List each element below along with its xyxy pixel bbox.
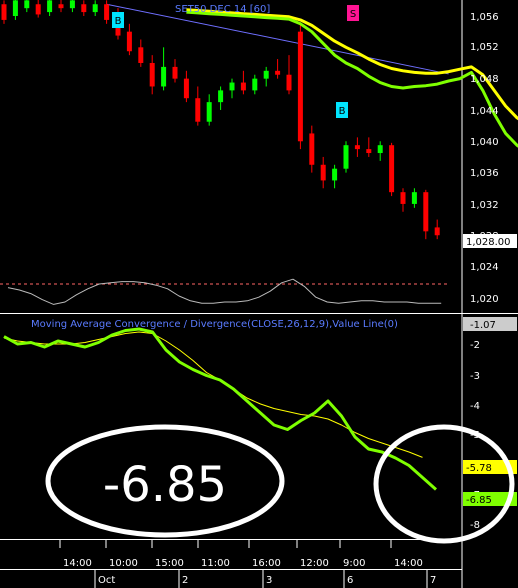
candle-body bbox=[354, 145, 360, 150]
trading-chart-window: B B S SET50 DEC 14 [60] 1,056 1,052 1,048 … bbox=[0, 0, 518, 588]
candle-body bbox=[366, 149, 372, 154]
candle-body bbox=[35, 4, 41, 15]
oscillator-value: -1.07 bbox=[470, 320, 496, 331]
buy-marker-label: B bbox=[339, 106, 346, 117]
candle-body bbox=[423, 192, 429, 232]
time-label: 16:00 bbox=[252, 558, 281, 569]
time-label: 10:00 bbox=[109, 558, 138, 569]
date-label: Oct bbox=[98, 575, 115, 586]
price-tick-label: 1,040 bbox=[470, 137, 499, 148]
candle-body bbox=[400, 192, 406, 204]
macd-value: -6.85 bbox=[466, 495, 492, 506]
macd-tick-label: -8 bbox=[470, 520, 480, 531]
candle-body bbox=[138, 47, 144, 63]
candle-body bbox=[229, 82, 235, 91]
sell-marker-label: S bbox=[350, 9, 356, 20]
macd-tick-label: -4 bbox=[470, 401, 480, 412]
price-tick-label: 1,032 bbox=[470, 200, 499, 211]
candle-body bbox=[252, 78, 258, 91]
date-label: 6 bbox=[347, 575, 353, 586]
candle-body bbox=[126, 31, 132, 52]
candle-body bbox=[69, 0, 75, 9]
candle-body bbox=[240, 82, 246, 91]
candle-body bbox=[343, 145, 349, 169]
price-chart-canvas[interactable]: B B S SET50 DEC 14 [60] 1,056 1,052 1,048 … bbox=[0, 0, 518, 588]
callout-value: -6.85 bbox=[103, 457, 227, 513]
price-tick-label: 1,044 bbox=[470, 106, 499, 117]
candle-body bbox=[332, 168, 338, 181]
candle-body bbox=[1, 4, 7, 20]
oscillator-value-badge: -1.07 bbox=[463, 317, 517, 331]
candle-body bbox=[377, 145, 383, 154]
candle-body bbox=[149, 62, 155, 87]
time-label: 15:00 bbox=[155, 558, 184, 569]
candle-body bbox=[389, 145, 395, 193]
candle-body bbox=[320, 164, 326, 181]
candle-body bbox=[286, 74, 292, 91]
time-label: 14:00 bbox=[394, 558, 423, 569]
time-label: 12:00 bbox=[300, 558, 329, 569]
candle-body bbox=[309, 133, 315, 165]
last-price-value: 1,028.00 bbox=[466, 237, 511, 248]
price-tick-label: 1,048 bbox=[470, 74, 499, 85]
candle-body bbox=[263, 70, 269, 79]
candle-body bbox=[206, 102, 212, 122]
candle-body bbox=[12, 0, 18, 16]
date-label: 2 bbox=[182, 575, 188, 586]
candle-body bbox=[92, 4, 98, 13]
candle-body bbox=[47, 0, 53, 13]
macd-signal-value: -5.78 bbox=[466, 463, 492, 474]
candle-body bbox=[297, 31, 303, 142]
time-label: 14:00 bbox=[63, 558, 92, 569]
candle-body bbox=[411, 192, 417, 204]
price-axis[interactable]: 1,056 1,052 1,048 1,044 1,040 1,036 1,03… bbox=[470, 12, 499, 305]
price-tick-label: 1,020 bbox=[470, 294, 499, 305]
candle-body bbox=[24, 0, 30, 9]
candle-body bbox=[183, 78, 189, 99]
buy-marker-label: B bbox=[115, 16, 122, 27]
price-tick-label: 1,052 bbox=[470, 42, 499, 53]
candle-body bbox=[434, 227, 440, 236]
candle-body bbox=[172, 66, 178, 79]
macd-tick-label: -3 bbox=[470, 371, 480, 382]
candle-body bbox=[81, 4, 87, 13]
macd-title: Moving Average Convergence / Divergence(… bbox=[31, 319, 398, 330]
candle-body bbox=[275, 70, 281, 75]
time-axis[interactable]: 14:00 10:00 15:00 11:00 16:00 12:00 9:00… bbox=[0, 540, 462, 588]
price-chart-title: SET50 DEC 14 [60] bbox=[175, 4, 270, 15]
date-label: 7 bbox=[430, 575, 436, 586]
price-tick-label: 1,056 bbox=[470, 12, 499, 23]
candle-body bbox=[161, 66, 167, 87]
candle-body bbox=[58, 4, 64, 9]
price-tick-label: 1,024 bbox=[470, 262, 499, 273]
time-label: 9:00 bbox=[343, 558, 365, 569]
macd-tick-label: -2 bbox=[470, 340, 480, 351]
candle-body bbox=[104, 4, 110, 20]
macd-panel[interactable] bbox=[0, 314, 462, 539]
last-price-badge: 1,028.00 bbox=[463, 234, 517, 248]
candle-body bbox=[195, 98, 201, 122]
price-tick-label: 1,036 bbox=[470, 168, 499, 179]
date-label: 3 bbox=[266, 575, 272, 586]
time-label: 11:00 bbox=[201, 558, 230, 569]
candle-body bbox=[218, 90, 224, 103]
